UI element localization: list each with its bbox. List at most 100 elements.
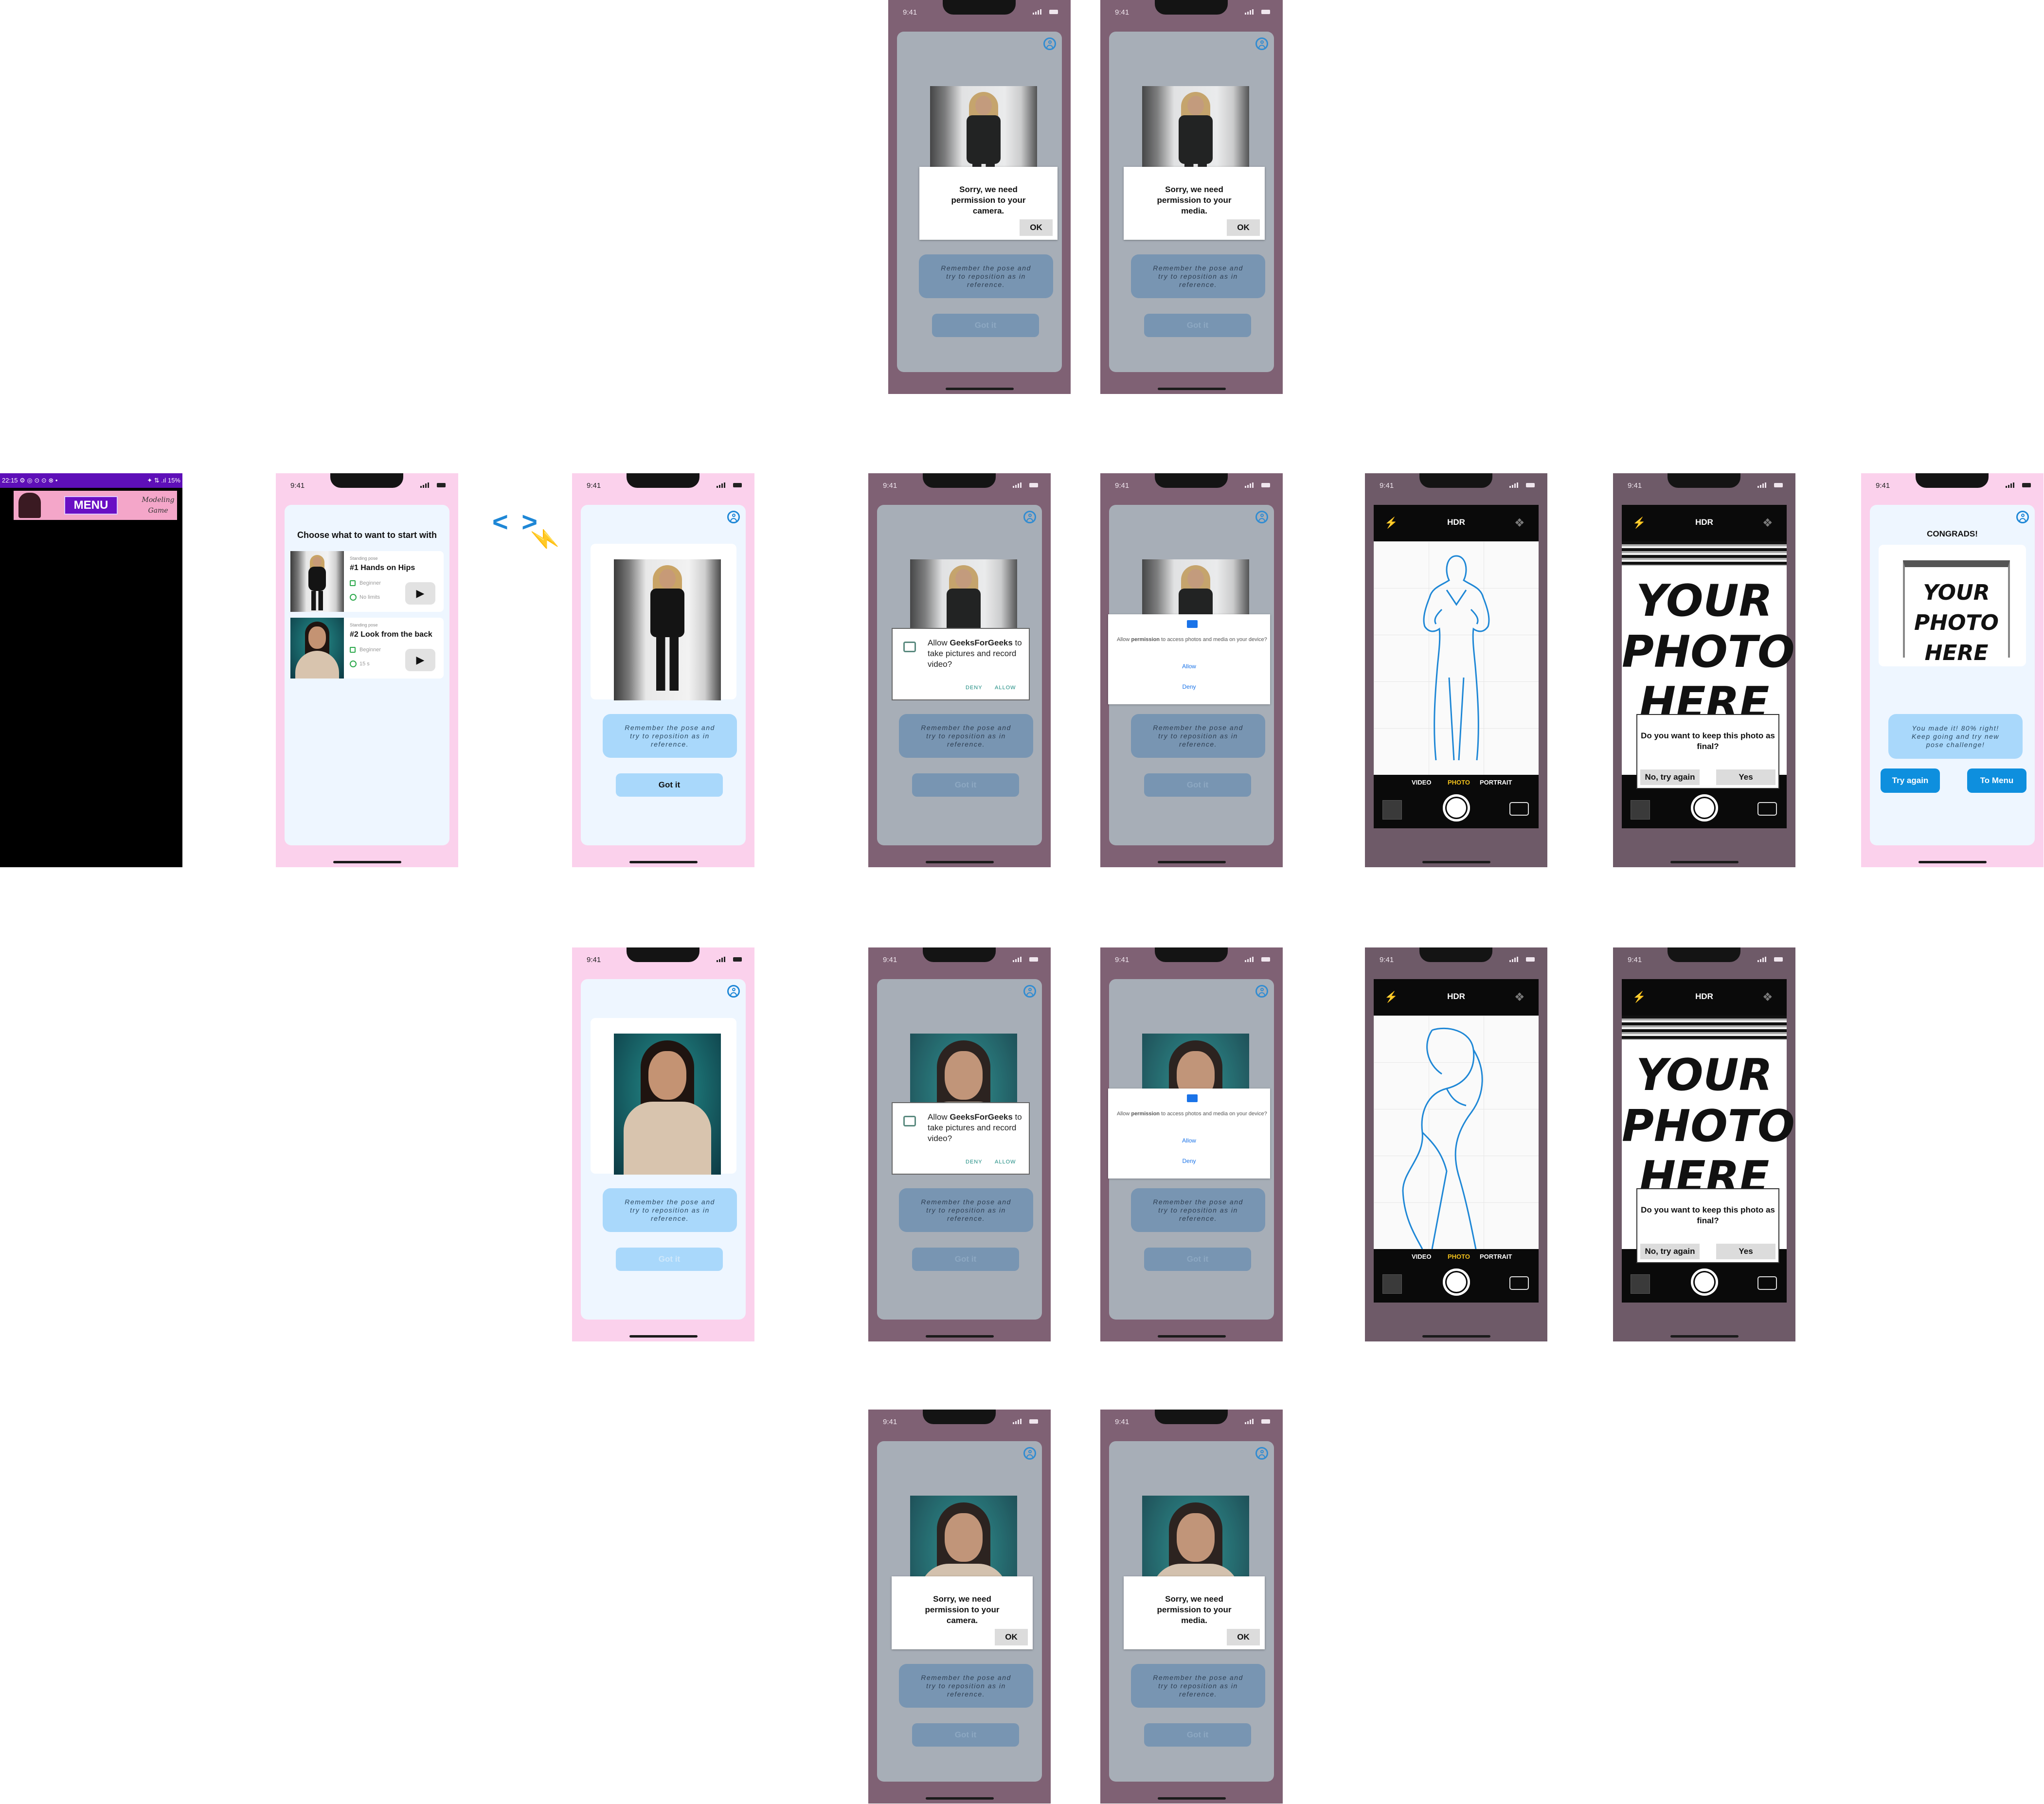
app-logo: Modeling Game [142,496,175,515]
got-it-button[interactable]: Got it [616,773,723,797]
shutter-button[interactable] [1691,794,1718,822]
home-indicator [946,388,1014,390]
play-button[interactable]: ▶ [405,582,435,605]
menu-button[interactable]: MENU [64,496,118,515]
keep-photo-dialog: Do you want to keep this photo as final?… [1636,1188,1779,1263]
reminder-pill: Remember the pose and try to reposition … [603,714,737,758]
got-it-button[interactable]: Got it [1144,1248,1251,1271]
camera-switch-icon[interactable] [1757,1276,1777,1290]
avatar [18,493,41,518]
phone-media-request-pose1: 9:41 Allow permission to access photos a… [1100,473,1283,867]
allow-button[interactable]: Allow [1108,1137,1270,1144]
folder-icon [1187,620,1198,628]
profile-icon[interactable] [727,985,740,998]
allow-button[interactable]: ALLOW [995,685,1016,691]
filter-icon[interactable]: ❖ [1762,517,1776,530]
camera-viewfinder [1374,541,1539,775]
status-time: 9:41 [1115,956,1130,964]
got-it-button[interactable]: Got it [912,773,1019,797]
screen-content: Sorry, we need permission to your media.… [1109,32,1274,372]
profile-icon[interactable] [1255,985,1268,998]
ok-button[interactable]: OK [1227,219,1260,236]
filter-icon[interactable]: ❖ [1514,991,1528,1004]
play-button[interactable]: ▶ [405,649,435,671]
phone-media-denied-pose1: 9:41 Sorry, we need permission to your m… [1100,0,1283,394]
try-again-button[interactable]: Try again [1881,768,1940,793]
got-it-button[interactable]: Got it [912,1248,1019,1271]
try-again-button[interactable]: No, try again [1640,769,1700,785]
ok-button[interactable]: OK [995,1629,1028,1645]
camera-top-bar: ⚡ HDR ❖ [1622,505,1787,541]
shutter-button[interactable] [1443,1268,1470,1296]
mode-video[interactable]: VIDEO [1412,779,1431,786]
photo-stripes [1622,541,1787,566]
shutter-button[interactable] [1443,794,1470,822]
shutter-button[interactable] [1691,1268,1718,1296]
filter-icon[interactable]: ❖ [1762,991,1776,1004]
profile-icon[interactable] [1255,511,1268,523]
got-it-button[interactable]: Got it [912,1723,1019,1747]
got-it-button[interactable]: Got it [1144,314,1251,337]
got-it-button[interactable]: Got it [1144,1723,1251,1747]
status-time: 9:41 [587,482,601,490]
gallery-thumbnail[interactable] [1631,800,1650,820]
pose-outline-hands-on-hips [1423,555,1490,761]
profile-icon[interactable] [1043,37,1056,50]
pose-category: Standing pose [350,623,378,627]
mode-portrait[interactable]: PORTRAIT [1480,779,1512,786]
status-time: 9:41 [1115,482,1130,490]
screen-content: Remember the pose and try to reposition … [581,979,746,1320]
result-title: CONGRADS! [1927,529,1978,538]
alert-message: Sorry, we need permission to your camera… [925,1594,1000,1625]
camera-modes: VIDEO PHOTO PORTRAIT [1374,1253,1539,1261]
keep-question: Do you want to keep this photo as final? [1641,731,1775,751]
gallery-thumbnail[interactable] [1382,1274,1402,1294]
reminder-pill: Remember the pose and try to reposition … [899,714,1033,758]
status-icons [1509,957,1535,962]
deny-button[interactable]: DENY [966,1159,983,1165]
profile-icon[interactable] [1023,511,1036,523]
got-it-button[interactable]: Got it [616,1248,723,1271]
gallery-thumbnail[interactable] [1382,800,1402,820]
screen-content: Allow permission to access photos and me… [1108,979,1274,1320]
gallery-thumbnail[interactable] [1631,1274,1650,1294]
profile-icon[interactable] [1023,1447,1036,1460]
mode-photo[interactable]: PHOTO [1448,1253,1470,1260]
mode-video[interactable]: VIDEO [1412,1253,1431,1260]
camera-switch-icon[interactable] [1509,1276,1529,1290]
pose-card[interactable]: Standing pose #2 Look from the back Begi… [290,618,444,679]
status-icons [1013,482,1038,488]
mode-photo[interactable]: PHOTO [1448,779,1470,786]
media-permission-dialog: Allow permission to access photos and me… [1108,614,1270,704]
got-it-button[interactable]: Got it [932,314,1039,337]
ok-button[interactable]: OK [1227,1629,1260,1645]
deny-button[interactable]: Deny [1108,683,1270,690]
profile-icon[interactable] [1023,985,1036,998]
home-indicator [1158,1797,1226,1800]
profile-icon[interactable] [2016,511,2029,523]
profile-icon[interactable] [727,511,740,523]
status-time: 9:41 [1380,482,1394,490]
dialog-text: Allow GeeksForGeeks to take pictures and… [928,1112,1022,1143]
clock-icon [350,594,357,601]
pose-card[interactable]: Standing pose #1 Hands on Hips Beginner … [290,551,444,612]
deny-button[interactable]: Deny [1108,1158,1270,1164]
yes-button[interactable]: Yes [1716,1244,1775,1259]
camera-switch-icon[interactable] [1757,802,1777,816]
mode-portrait[interactable]: PORTRAIT [1480,1253,1512,1260]
status-icons [1033,9,1058,15]
camera-modes: VIDEO PHOTO PORTRAIT [1374,779,1539,786]
camera-switch-icon[interactable] [1509,802,1529,816]
try-again-button[interactable]: No, try again [1640,1244,1700,1259]
allow-button[interactable]: Allow [1108,663,1270,670]
allow-button[interactable]: ALLOW [995,1159,1016,1165]
page-title: Choose what to want to start with [297,530,437,540]
got-it-button[interactable]: Got it [1144,773,1251,797]
ok-button[interactable]: OK [1020,219,1053,236]
profile-icon[interactable] [1255,37,1268,50]
profile-icon[interactable] [1255,1447,1268,1460]
to-menu-button[interactable]: To Menu [1967,768,2026,793]
filter-icon[interactable]: ❖ [1514,517,1528,530]
yes-button[interactable]: Yes [1716,769,1775,785]
deny-button[interactable]: DENY [966,685,983,691]
